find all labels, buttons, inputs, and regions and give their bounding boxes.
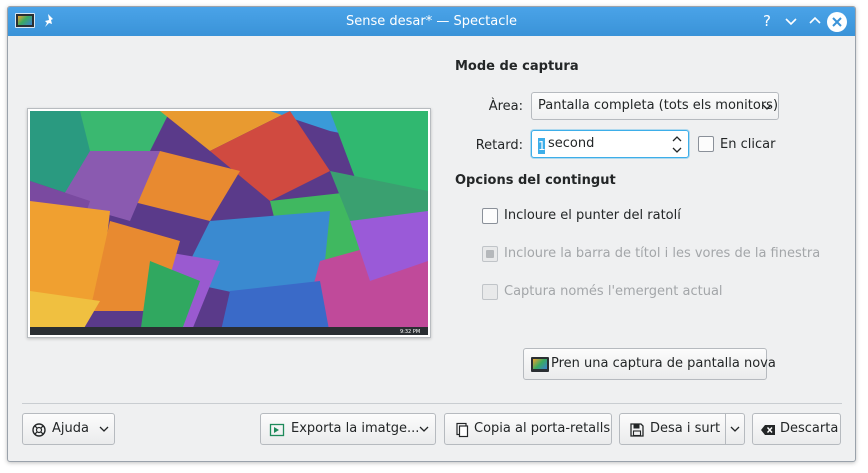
delay-label: Retard:: [475, 138, 523, 153]
close-icon[interactable]: [827, 12, 847, 32]
split-divider: [725, 414, 726, 444]
discard-label: Descarta: [780, 421, 839, 436]
preview-image: 9:32 PM: [30, 111, 428, 335]
transient-only-checkbox[interactable]: [482, 284, 498, 300]
area-label: Àrea:: [488, 99, 523, 114]
delay-spinbox[interactable]: 1 second: [531, 130, 689, 158]
save-icon: [630, 423, 644, 437]
on-click-checkbox[interactable]: [698, 136, 714, 152]
spectacle-window: Sense desar* — Spectacle ? 9:32 PM Mode …: [7, 6, 856, 462]
copy-icon: [456, 422, 469, 438]
include-titlebar-checkbox[interactable]: [482, 246, 498, 262]
chevron-down-icon[interactable]: [730, 424, 740, 434]
new-screenshot-label: Pren una captura de pantalla nova: [551, 356, 776, 371]
help-button[interactable]: Ajuda: [22, 413, 115, 445]
include-pointer-label[interactable]: Incloure el punter del ratolí: [504, 208, 681, 223]
title-bar[interactable]: Sense desar* — Spectacle ?: [8, 7, 855, 36]
spectacle-icon: [531, 357, 549, 372]
chevron-down-icon[interactable]: [781, 11, 801, 31]
delay-cursor: 1: [538, 138, 546, 154]
content-options-title: Opcions del contingut: [455, 173, 616, 188]
chevron-down-icon: [99, 426, 109, 432]
save-label: Desa i surt: [650, 421, 721, 436]
footer-divider: [22, 403, 842, 404]
area-value: Pantalla completa (tots els monitors): [538, 98, 779, 113]
on-click-label[interactable]: En clicar: [720, 137, 775, 152]
chevron-down-icon[interactable]: [672, 145, 682, 155]
include-titlebar-label: Incloure la barra de títol i les vores d…: [504, 246, 821, 261]
preview-taskbar-clock: 9:32 PM: [400, 329, 420, 335]
include-pointer-checkbox[interactable]: [482, 208, 498, 224]
area-combobox[interactable]: Pantalla completa (tots els monitors): [531, 92, 779, 120]
transient-only-label: Captura només l'emergent actual: [504, 284, 723, 299]
chevron-down-icon: [762, 104, 772, 110]
discard-button[interactable]: Descarta: [752, 413, 841, 445]
screenshot-preview[interactable]: 9:32 PM: [27, 108, 431, 338]
export-label: Exporta la imatge...: [291, 421, 420, 436]
capture-mode-title: Mode de captura: [455, 59, 579, 74]
copy-to-clipboard-button[interactable]: Copia al porta-retalls: [444, 413, 612, 445]
save-and-quit-button[interactable]: Desa i surt: [619, 413, 745, 445]
new-screenshot-button[interactable]: Pren una captura de pantalla nova: [523, 348, 776, 380]
help-icon: [32, 423, 46, 437]
help-icon[interactable]: ?: [757, 11, 777, 31]
copy-label: Copia al porta-retalls: [474, 421, 611, 436]
discard-icon: [761, 425, 775, 435]
help-label: Ajuda: [52, 421, 89, 436]
export-icon: [269, 423, 285, 437]
chevron-down-icon: [419, 426, 429, 432]
export-button[interactable]: Exporta la imatge...: [260, 413, 436, 445]
delay-value: second: [548, 136, 595, 151]
chevron-up-icon[interactable]: [672, 134, 682, 144]
chevron-up-icon[interactable]: [805, 11, 825, 31]
window-title: Sense desar* — Spectacle: [346, 14, 517, 29]
